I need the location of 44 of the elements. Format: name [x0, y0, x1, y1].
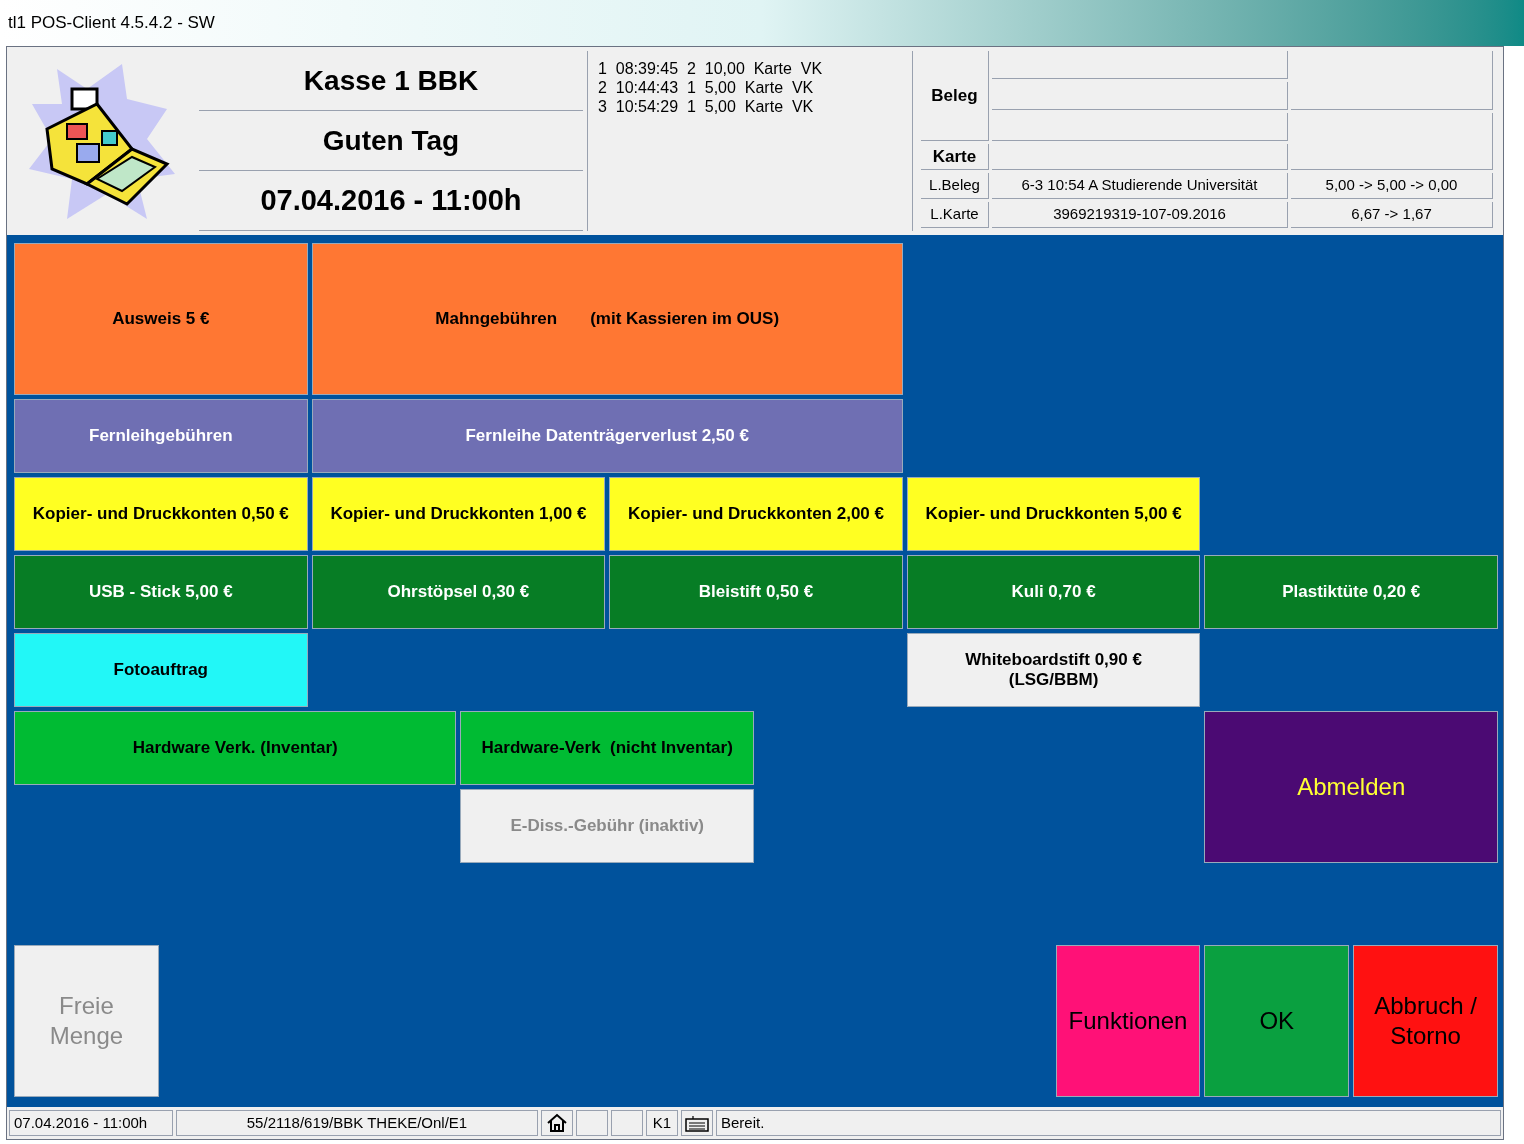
product-button[interactable]: Mahngebühren (mit Kassieren im OUS)	[311, 243, 903, 395]
transaction-line: 3 10:54:29 1 5,00 Karte VK	[598, 97, 815, 116]
date-time-label: 07.04.2016 - 11:00h	[199, 171, 583, 231]
status-path: 55/2118/619/BBK THEKE/Onl/E1	[176, 1110, 538, 1136]
transaction-line: 2 10:44:43 1 5,00 Karte VK	[598, 78, 815, 97]
row-label: L.Karte	[921, 202, 989, 228]
product-button[interactable]: Kopier- und Druckkonten 5,00 €	[906, 477, 1201, 551]
status-date: 07.04.2016 - 11:00h	[9, 1110, 173, 1136]
product-button[interactable]: Kopier- und Druckkonten 2,00 €	[609, 477, 903, 551]
info-value: 6-3 10:54 A Studierende Universität	[992, 173, 1288, 199]
product-button[interactable]: Whiteboardstift 0,90 € (LSG/BBM)	[906, 633, 1201, 707]
product-button[interactable]: Fotoauftrag	[14, 633, 308, 707]
amount-value: 6,67 -> 1,67	[1291, 202, 1493, 228]
register-title: Kasse 1 BBK	[199, 51, 583, 111]
product-button[interactable]: USB - Stick 5,00 €	[14, 555, 308, 629]
window-title: tl1 POS-Client 4.5.4.2 - SW	[8, 12, 215, 35]
keyboard-icon	[685, 1114, 709, 1132]
status-panel	[576, 1110, 608, 1136]
product-button[interactable]: Plastiktüte 0,20 €	[1204, 555, 1498, 629]
status-panel	[611, 1110, 643, 1136]
product-button[interactable]: Ohrstöpsel 0,30 €	[311, 555, 606, 629]
product-button[interactable]: Bleistift 0,50 €	[609, 555, 903, 629]
product-button[interactable]: Kopier- und Druckkonten 1,00 €	[311, 477, 606, 551]
product-button[interactable]: Kuli 0,70 €	[906, 555, 1201, 629]
product-button[interactable]: Kopier- und Druckkonten 0,50 €	[14, 477, 308, 551]
home-icon	[546, 1113, 568, 1133]
product-button[interactable]: Funktionen	[1055, 945, 1201, 1097]
product-button[interactable]: Fernleihe Datenträgerverlust 2,50 €	[311, 399, 903, 473]
product-button[interactable]: Abmelden	[1204, 711, 1498, 863]
status-message: Bereit.	[716, 1110, 1501, 1136]
product-button[interactable]: Abbruch / Storno	[1353, 945, 1498, 1097]
product-button[interactable]: Hardware-Verk (nicht Inventar)	[460, 711, 754, 785]
register-label: K1	[646, 1110, 678, 1136]
product-button[interactable]: Ausweis 5 €	[14, 243, 308, 395]
row-label: L.Beleg	[921, 173, 989, 199]
transaction-line: 1 08:39:45 2 10,00 Karte VK	[598, 59, 824, 78]
product-button[interactable]: Fernleihgebühren	[14, 399, 308, 473]
greeting-label: Guten Tag	[199, 111, 583, 171]
amount-value: 5,00 -> 5,00 -> 0,00	[1291, 173, 1493, 199]
row-label: Beleg	[921, 51, 989, 141]
row-label: Karte	[921, 144, 989, 170]
product-button[interactable]: OK	[1204, 945, 1350, 1097]
product-button[interactable]: Hardware Verk. (Inventar)	[14, 711, 457, 785]
info-value: 3969219319-107-09.2016	[992, 202, 1288, 228]
